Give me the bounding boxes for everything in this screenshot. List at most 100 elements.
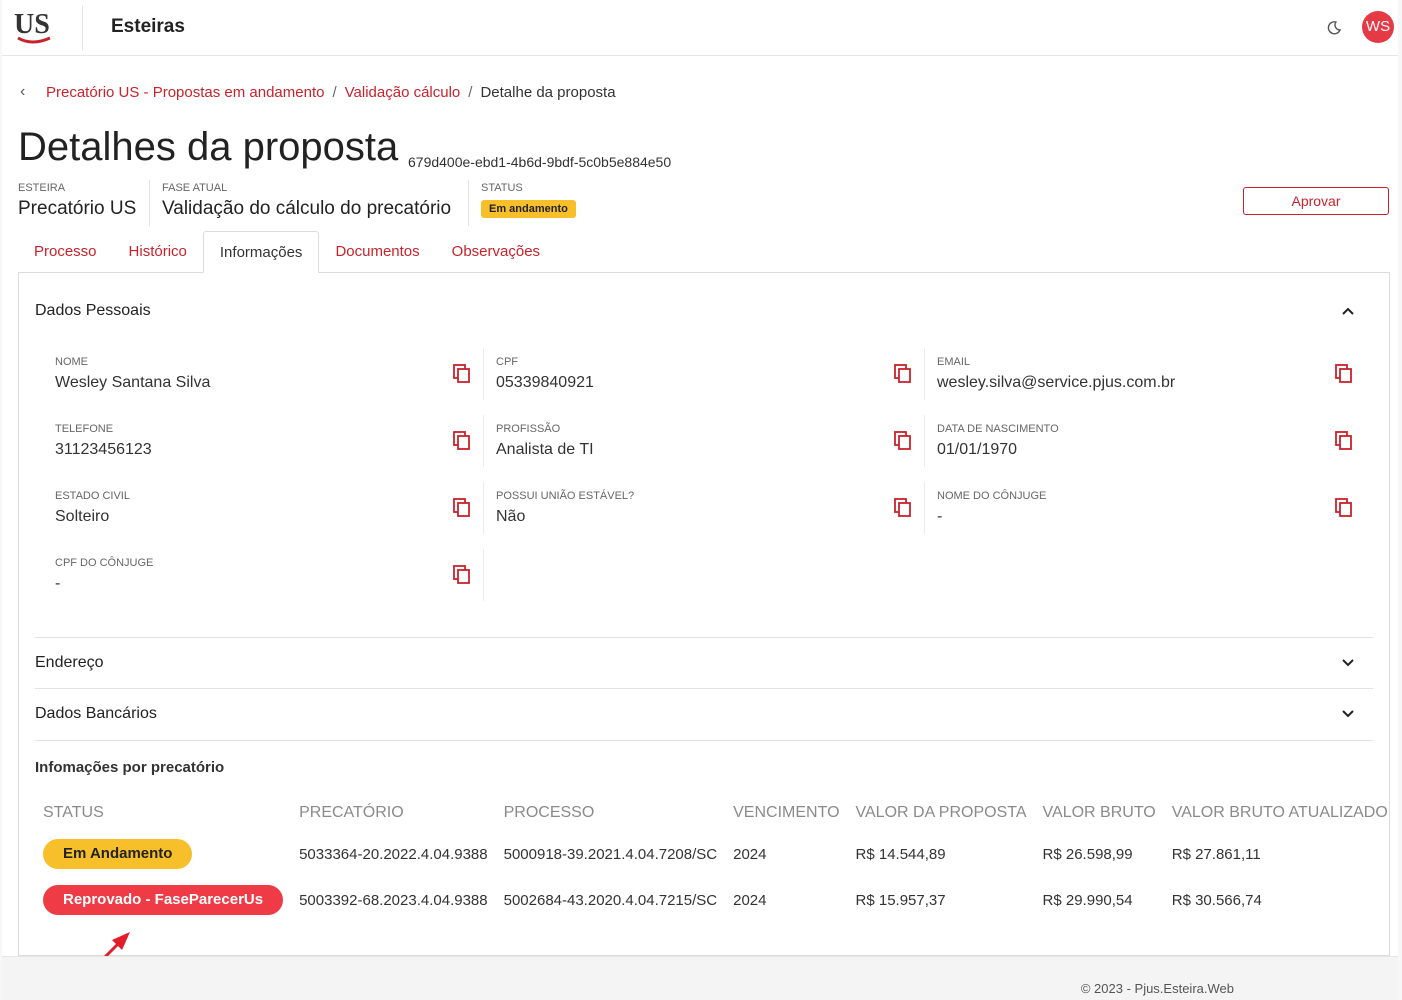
tab-historico[interactable]: Histórico [113, 231, 203, 273]
valor-bruto-cell: R$ 26.598,99 [1042, 845, 1133, 863]
footer-text: © 2023 - Pjus.Esteira.Web [1080, 981, 1234, 996]
field-nome: NOME Wesley Santana Silva [35, 348, 484, 412]
breadcrumb-current: Detalhe da proposta [480, 83, 616, 101]
dados-bancarios-header[interactable]: Dados Bancários [35, 705, 157, 723]
top-divider [82, 6, 83, 50]
breadcrumb: ‹ Precatório US - Propostas em andamento… [20, 83, 616, 101]
status-pill: Reprovado - FaseParecerUs [43, 885, 284, 915]
field-divider [483, 549, 484, 601]
column-header-vencimento: VENCIMENTO [733, 804, 840, 821]
valor-bruto-atualizado-cell: R$ 27.861,11 [1171, 845, 1261, 863]
column-header-precatorio: PRECATÓRIO [299, 804, 404, 821]
column-header-status: STATUS [43, 804, 104, 821]
field-value: Wesley Santana Silva [55, 374, 211, 391]
section-divider [35, 688, 1373, 689]
back-chevron-icon[interactable]: ‹ [20, 83, 38, 101]
chevron-down-icon[interactable] [1341, 707, 1355, 721]
field-nome-conjuge: NOME DO CÔNJUGE - [917, 490, 1357, 546]
section-divider [35, 740, 1373, 741]
user-avatar[interactable]: WS [1362, 11, 1394, 43]
field-value: Não [496, 508, 526, 525]
field-label: EMAIL [937, 356, 971, 368]
proposal-id: 679d400e-ebd1-4b6d-9bdf-5c0b5e884e50 [408, 154, 672, 170]
top-bar: US Esteiras WS [2, 0, 1398, 56]
approve-button[interactable]: Aprovar [1243, 187, 1389, 215]
status-cell: Reprovado - FaseParecerUs [35, 877, 291, 923]
meta-esteira: ESTEIRA Precatório US [18, 182, 136, 220]
vencimento-cell: 2024 [733, 845, 767, 863]
breadcrumb-separator: / [468, 83, 473, 101]
valor-proposta-cell: R$ 15.957,37 [855, 891, 946, 909]
valor-bruto-atualizado-cell: R$ 30.566,74 [1171, 891, 1262, 909]
table-header-row: STATUS PRECATÓRIO PROCESSO VENCIMENTO VA… [35, 795, 1396, 831]
field-estado-civil: ESTADO CIVIL Solteiro [35, 482, 484, 546]
table-row: Em Andamento 5033364-20.2022.4.04.9388 5… [35, 831, 1396, 877]
tab-documentos[interactable]: Documentos [319, 231, 435, 273]
field-value: wesley.silva@service.pjus.com.br [937, 374, 1176, 391]
vencimento-cell: 2024 [733, 891, 767, 909]
tab-observacoes[interactable]: Observações [436, 231, 556, 273]
field-uniao-estavel: POSSUI UNIÃO ESTÁVEL? Não [476, 482, 925, 546]
info-card: Dados Pessoais NOME Wesley Santana Silva… [18, 272, 1390, 956]
field-value: Analista de TI [496, 441, 594, 458]
field-label: PROFISSÃO [496, 423, 561, 435]
footer: © 2023 - Pjus.Esteira.Web [2, 956, 1398, 1000]
chevron-down-icon[interactable] [1341, 656, 1355, 670]
valor-proposta-cell: R$ 14.544,89 [855, 845, 946, 863]
field-label: CPF [496, 356, 518, 368]
field-value: 31123456123 [55, 441, 152, 458]
field-label: TELEFONE [55, 423, 114, 435]
meta-fase: FASE ATUAL Validação do cálculo do preca… [162, 182, 451, 220]
copy-icon[interactable] [894, 431, 912, 451]
field-label: CPF DO CÔNJUGE [55, 557, 154, 569]
esteira-label: ESTEIRA [18, 182, 66, 194]
breadcrumb-link-validacao[interactable]: Validação cálculo [345, 84, 461, 101]
dados-pessoais-header[interactable]: Dados Pessoais [35, 302, 151, 320]
field-label: NOME DO CÔNJUGE [937, 490, 1047, 502]
tab-bar: Processo Histórico Informações Documento… [18, 231, 556, 273]
copy-icon[interactable] [1335, 498, 1353, 518]
column-header-valor-proposta: VALOR DA PROPOSTA [855, 804, 1027, 821]
endereco-header[interactable]: Endereço [35, 654, 104, 672]
field-profissao: PROFISSÃO Analista de TI [476, 415, 925, 479]
fase-value: Validação do cálculo do precatório [162, 198, 452, 219]
field-value: 05339840921 [496, 374, 594, 391]
copy-icon[interactable] [453, 431, 471, 451]
field-label: NOME [55, 356, 88, 368]
copy-icon[interactable] [453, 364, 471, 384]
copy-icon[interactable] [894, 498, 912, 518]
field-value: 01/01/1970 [937, 441, 1018, 458]
app-window: US Esteiras WS ‹ Precatório US - Propost… [2, 0, 1398, 1000]
field-label: DATA DE NASCIMENTO [937, 423, 1059, 435]
precatorio-cell: 5003392-68.2023.4.04.9388 [299, 891, 488, 909]
fase-label: FASE ATUAL [162, 182, 228, 194]
breadcrumb-link-propostas[interactable]: Precatório US - Propostas em andamento [46, 84, 324, 101]
copy-icon[interactable] [453, 498, 471, 518]
tab-informacoes[interactable]: Informações [202, 231, 320, 273]
meta-divider [468, 180, 469, 226]
processo-cell: 5000918-39.2021.4.04.7208/SC [503, 845, 718, 863]
copy-icon[interactable] [453, 565, 471, 585]
field-telefone: TELEFONE 31123456123 [35, 415, 484, 479]
field-label: POSSUI UNIÃO ESTÁVEL? [496, 490, 635, 502]
field-cpf: CPF 05339840921 [476, 348, 925, 412]
field-value: - [55, 575, 61, 592]
chevron-up-icon[interactable] [1341, 304, 1355, 318]
status-cell: Em Andamento [35, 831, 291, 877]
breadcrumb-separator: / [332, 83, 337, 101]
copy-icon[interactable] [894, 364, 912, 384]
copy-icon[interactable] [1335, 364, 1353, 384]
tab-processo[interactable]: Processo [18, 231, 113, 273]
copy-icon[interactable] [1335, 431, 1353, 451]
status-pill: Em Andamento [43, 839, 193, 869]
column-header-valor-bruto-atualizado: VALOR BRUTO ATUALIZADO [1171, 804, 1388, 821]
moon-icon[interactable] [1326, 20, 1342, 36]
column-header-valor-bruto: VALOR BRUTO [1042, 804, 1156, 821]
us-logo-icon[interactable]: US [12, 6, 54, 46]
precatorios-title: Infomações por precatório [35, 759, 225, 776]
app-title: Esteiras [111, 16, 185, 37]
meta-divider [149, 180, 150, 226]
field-cpf-conjuge: CPF DO CÔNJUGE - [35, 549, 484, 613]
status-label: STATUS [481, 182, 523, 194]
section-divider [35, 637, 1373, 638]
